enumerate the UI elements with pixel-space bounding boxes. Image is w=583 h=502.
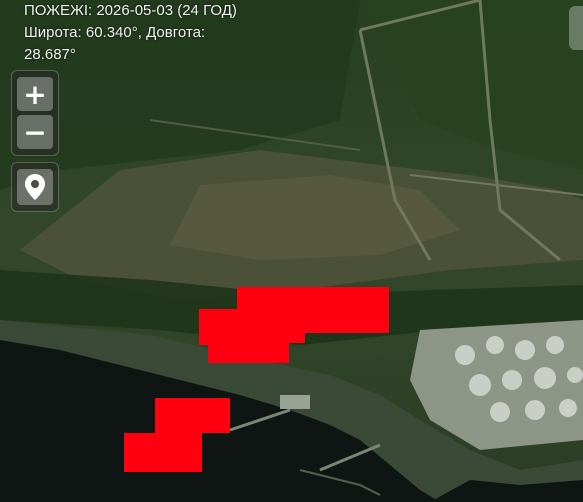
location-pin-icon <box>25 174 45 200</box>
fire-date-title: ПОЖЕЖІ: 2026-05-03 (24 ГОД) <box>24 2 237 19</box>
fire-info-panel: ПОЖЕЖІ: 2026-05-03 (24 ГОД) Широта: 60.3… <box>24 0 237 66</box>
zoom-control: + − <box>11 70 59 156</box>
satellite-map[interactable]: ПОЖЕЖІ: 2026-05-03 (24 ГОД) Широта: 60.3… <box>0 0 583 502</box>
locate-button[interactable] <box>17 169 53 205</box>
locate-control <box>11 162 59 212</box>
satellite-imagery <box>0 0 583 502</box>
zoom-out-button[interactable]: − <box>17 115 53 149</box>
latitude-longitude-label: Широта: 60.340°, Довгота: <box>24 24 206 41</box>
longitude-value: 28.687° <box>24 46 76 63</box>
zoom-in-button[interactable]: + <box>17 77 53 111</box>
panel-toggle-button[interactable] <box>569 6 583 50</box>
